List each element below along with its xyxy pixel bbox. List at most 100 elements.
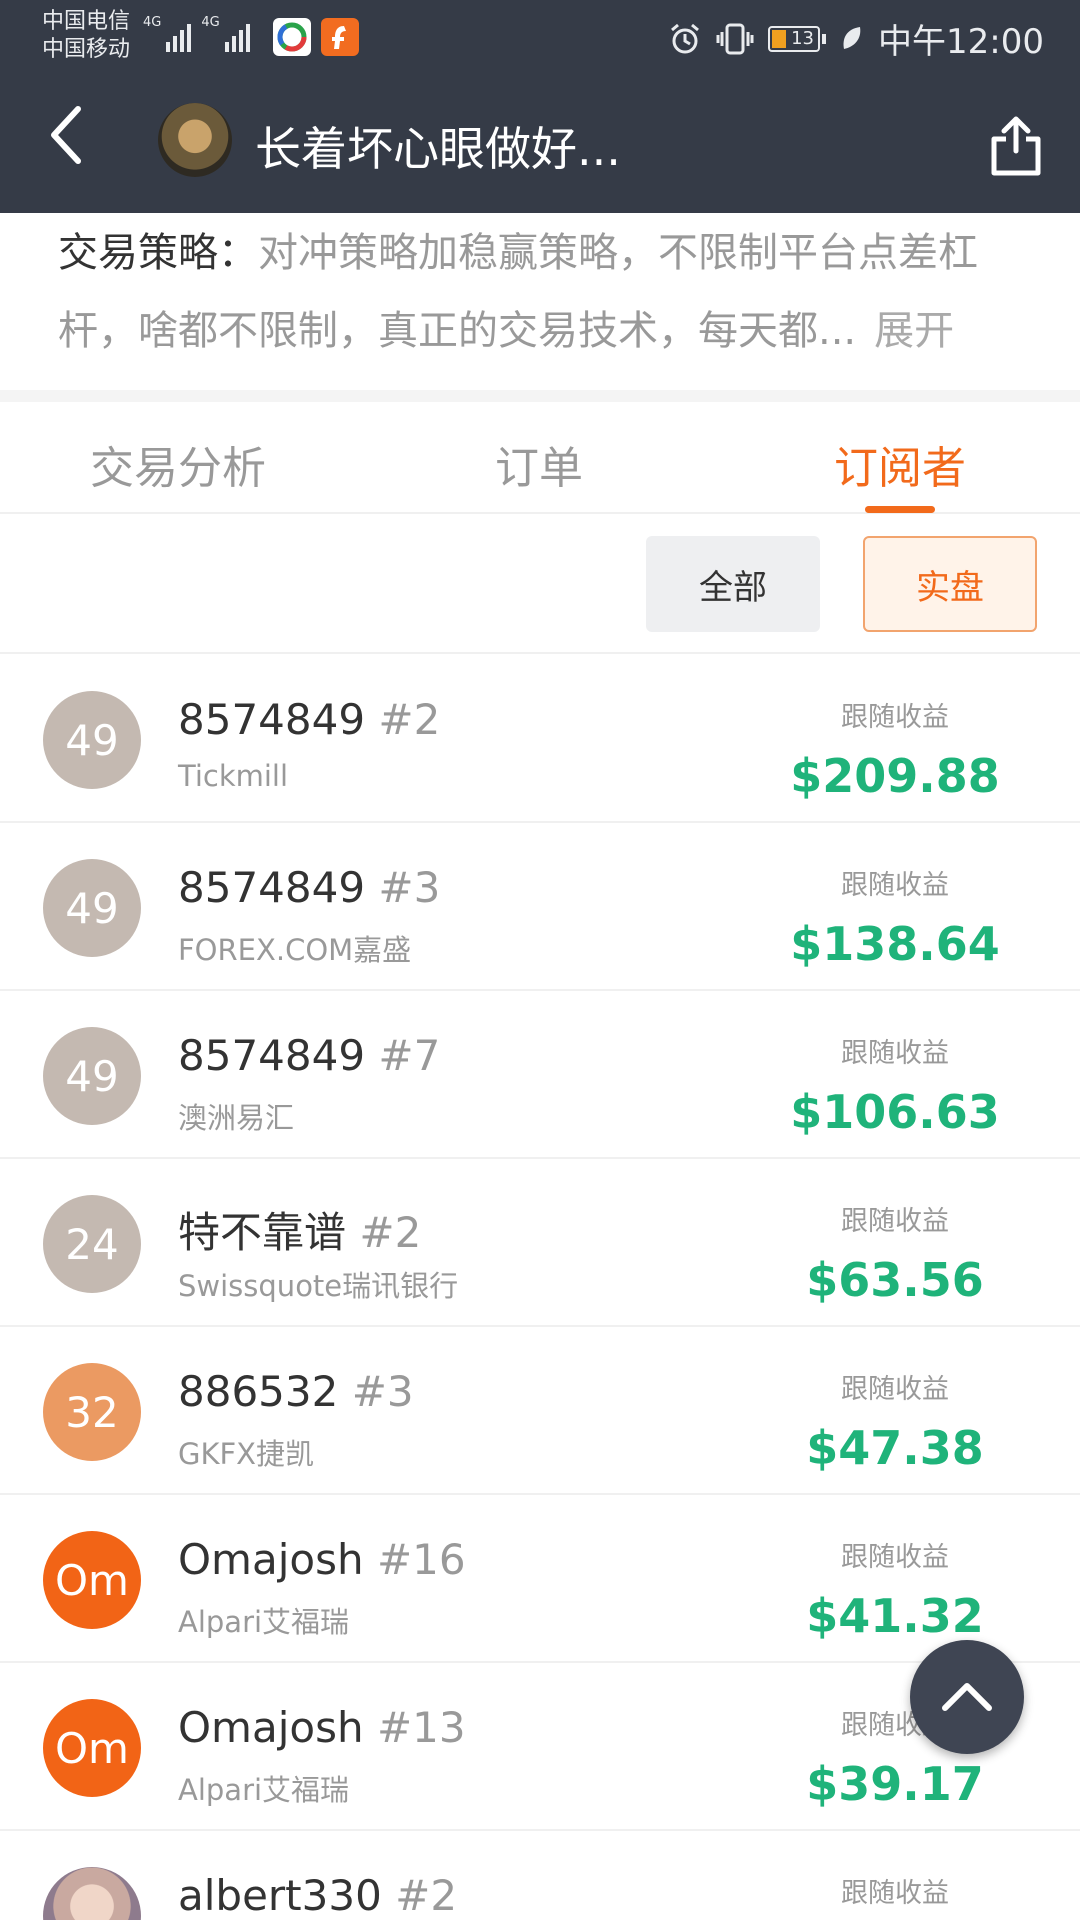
avatar: 49 [43,1027,141,1125]
signal-indicators: 4G 4G [143,16,250,52]
network-type: 4G [143,15,162,30]
account-number: #16 [376,1535,466,1584]
account-name: 8574849 #3 [178,863,440,912]
earn-value: $138.64 [790,917,1000,971]
back-button[interactable] [36,105,96,165]
account-number: #7 [378,1031,441,1080]
nav-bar: 长着坏心眼做好... [0,75,1080,213]
broker-name: FOREX.COM嘉盛 [178,933,412,967]
vibrate-icon [716,23,754,54]
app-notification-icon [321,18,359,56]
earn-label: 跟随收益 [841,702,949,733]
carrier-2: 中国移动 [42,37,131,62]
expand-link[interactable]: 展开 [874,308,954,354]
chevron-left-icon [51,106,81,164]
carrier-1: 中国电信 [42,9,131,34]
account-name: albert330 #2 [178,1871,457,1920]
tab-orders[interactable]: 订单 [495,432,583,496]
account-name: 886532 #3 [178,1367,414,1416]
account-number: #13 [376,1703,466,1752]
broker-name: Alpari艾福瑞 [178,1605,350,1639]
broker-name: Alpari艾福瑞 [178,1773,350,1807]
account-id: 8574849 [178,863,366,912]
account-number: #3 [378,863,441,912]
list-item[interactable]: 49 8574849 #7 澳洲易汇 跟随收益 $106.63 [0,991,1080,1159]
earn-label: 跟随收益 [841,870,949,901]
account-number: #3 [351,1367,414,1416]
broker-name: GKFX捷凯 [178,1437,315,1471]
avatar [43,1867,141,1920]
account-id: albert330 [178,1871,382,1920]
avatar: 24 [43,1195,141,1293]
earn-value: $41.32 [806,1589,984,1643]
account-name: 8574849 #2 [178,695,440,744]
leaf-icon [843,26,861,49]
filter-all-button[interactable]: 全部 [646,536,820,632]
list-item[interactable]: 49 8574849 #2 Tickmill 跟随收益 $209.88 [0,655,1080,823]
tab-bar: 交易分析 订单 订阅者 [0,402,1080,514]
earn-value: $63.56 [806,1253,984,1307]
status-bar: 中国电信 中国移动 4G 4G 13 中午12:00 [0,0,1080,75]
account-name: Omajosh #13 [178,1703,466,1752]
avatar: 32 [43,1363,141,1461]
avatar: 49 [43,859,141,957]
earn-label: 跟随收益 [841,1206,949,1237]
account-id: 特不靠谱 [178,1208,347,1257]
clock: 中午12:00 [878,22,1044,62]
active-tab-indicator [865,506,935,513]
tab-subscribers[interactable]: 订阅者 [834,432,966,496]
page-title: 长着坏心眼做好... [255,122,621,176]
signal-icon: 4G [201,15,250,52]
strategy-description: 交易策略：对冲策略加稳赢策略，不限制平台点差杠杆，啥都不限制，真正的交易技术，每… [58,214,1028,370]
avatar: Om [43,1531,141,1629]
earn-value: $106.63 [790,1085,1000,1139]
account-id: 8574849 [178,695,366,744]
earn-value: $47.38 [806,1421,984,1475]
subscriber-list: 49 8574849 #2 Tickmill 跟随收益 $209.88 49 8… [0,655,1080,1920]
broker-name: 澳洲易汇 [178,1101,295,1135]
earn-label: 跟随收益 [841,1878,949,1909]
list-item[interactable]: albert330 #2 跟随收益 [0,1831,1080,1920]
tab-trade-analysis[interactable]: 交易分析 [90,432,266,496]
strategy-label: 交易策略： [58,230,258,276]
account-name: 特不靠谱 #2 [178,1199,421,1260]
account-id: 886532 [178,1367,339,1416]
scroll-to-top-button[interactable] [910,1640,1024,1754]
battery-level: 13 [791,27,815,49]
avatar: Om [43,1699,141,1797]
avatar: 49 [43,691,141,789]
network-type: 4G [201,15,220,30]
notification-icons [273,18,359,56]
share-icon [991,116,1041,176]
list-item[interactable]: 49 8574849 #3 FOREX.COM嘉盛 跟随收益 $138.64 [0,823,1080,991]
account-id: Omajosh [178,1535,364,1584]
filter-real-button[interactable]: 实盘 [863,536,1037,632]
status-right: 13 中午12:00 [668,14,1044,63]
account-number: #2 [395,1871,458,1920]
account-number: #2 [359,1208,422,1257]
list-item[interactable]: 24 特不靠谱 #2 Swissquote瑞讯银行 跟随收益 $63.56 [0,1159,1080,1327]
broker-name: Swissquote瑞讯银行 [178,1269,459,1303]
list-item[interactable]: 32 886532 #3 GKFX捷凯 跟随收益 $47.38 [0,1327,1080,1495]
section-divider [0,390,1080,402]
signal-icon: 4G [143,15,192,52]
battery-icon: 13 [768,25,827,52]
list-item[interactable]: Om Omajosh #16 Alpari艾福瑞 跟随收益 $41.32 [0,1495,1080,1663]
broker-name: Tickmill [178,759,289,793]
alarm-icon [671,23,699,53]
app-notification-icon [273,18,311,56]
account-id: 8574849 [178,1031,366,1080]
account-id: Omajosh [178,1703,364,1752]
earn-label: 跟随收益 [841,1542,949,1573]
chevron-up-icon [942,1683,992,1711]
share-button[interactable] [988,115,1044,177]
account-filter: 全部 实盘 [0,516,1080,654]
trader-avatar[interactable] [158,103,232,177]
account-name: Omajosh #16 [178,1535,466,1584]
earn-label: 跟随收益 [841,1374,949,1405]
carrier-info: 中国电信 中国移动 [42,8,130,64]
earn-value: $39.17 [806,1757,984,1811]
earn-label: 跟随收益 [841,1038,949,1069]
account-name: 8574849 #7 [178,1031,440,1080]
earn-value: $209.88 [790,749,1000,803]
